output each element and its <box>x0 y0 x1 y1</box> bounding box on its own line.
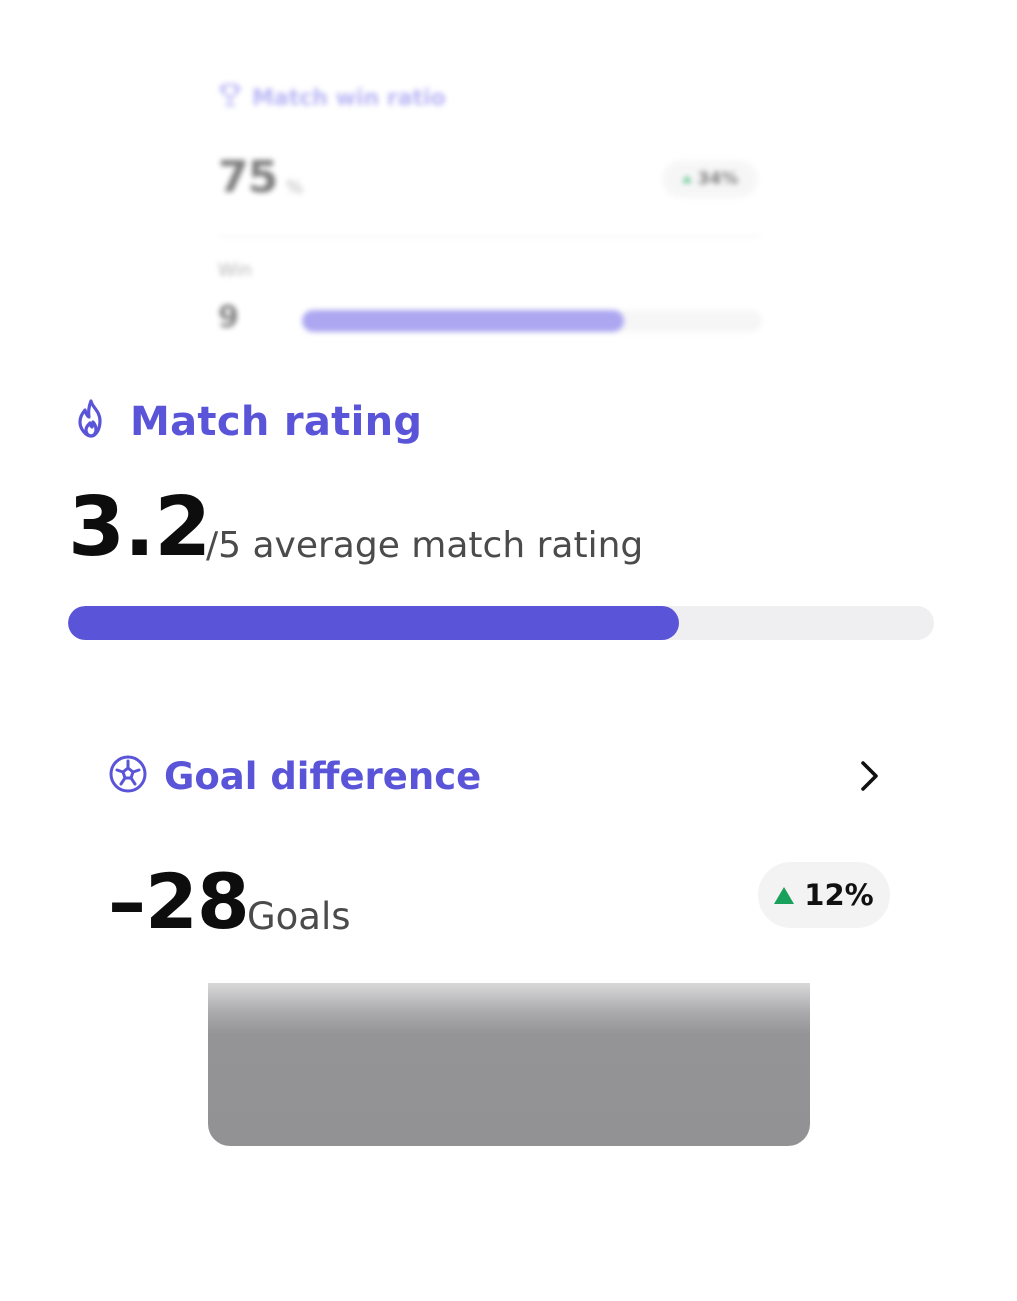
goal-difference-change-badge: 12% <box>758 862 890 928</box>
win-ratio-change: 34% <box>697 169 739 189</box>
win-ratio-change-badge: 34% <box>662 160 758 198</box>
goal-difference-title: Goal difference <box>164 754 482 798</box>
win-ratio-header: Match win ratio <box>218 82 446 114</box>
up-arrow-icon <box>774 886 795 904</box>
trophy-icon <box>218 82 242 114</box>
goal-difference-header[interactable]: Goal difference <box>108 754 481 798</box>
goal-difference-unit: Goals <box>247 895 351 938</box>
win-progress-track <box>302 310 762 332</box>
chevron-right-icon[interactable] <box>852 756 888 796</box>
match-rating-header: Match rating <box>72 398 422 446</box>
win-ratio-card: Match win ratio 75 % 34% Win 9 <box>200 60 780 360</box>
divider <box>218 236 760 237</box>
win-progress-fill <box>302 310 624 332</box>
flame-icon <box>72 398 110 446</box>
up-arrow-icon <box>681 175 692 183</box>
match-rating-progress-fill <box>68 606 680 640</box>
win-ratio-title: Match win ratio <box>252 85 446 111</box>
chart-placeholder <box>208 983 810 1146</box>
match-rating-suffix: /5 average match rating <box>206 525 644 566</box>
win-label: Win <box>218 260 252 281</box>
match-rating-progress-track <box>68 606 934 640</box>
win-ratio-unit: % <box>286 177 304 198</box>
win-count: 9 <box>218 300 239 335</box>
match-rating-title: Match rating <box>130 399 423 445</box>
soccer-ball-icon <box>108 754 148 798</box>
win-ratio-value: 75 <box>218 152 278 203</box>
goal-difference-change: 12% <box>804 878 874 912</box>
goal-difference-value: –28 <box>108 857 250 946</box>
match-rating-value: 3.2 <box>68 480 211 575</box>
